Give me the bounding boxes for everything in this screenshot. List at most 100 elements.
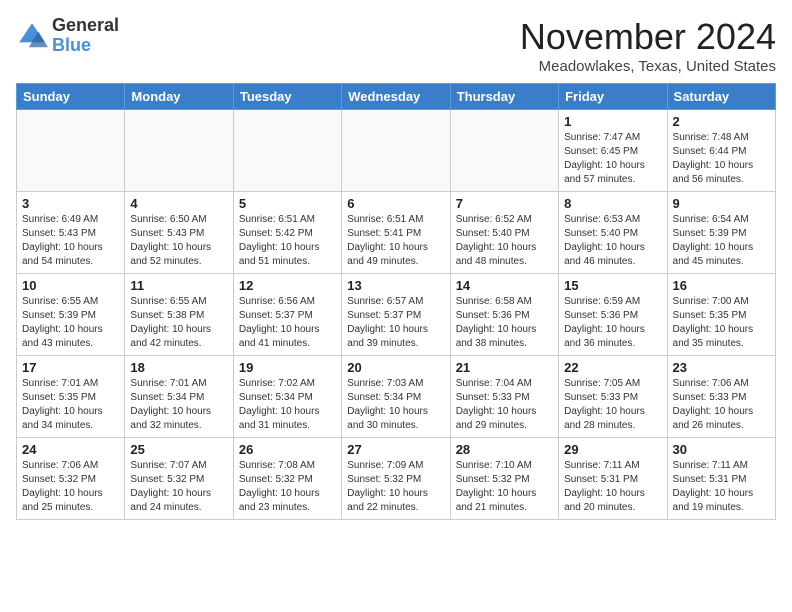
week-row-3: 10 Sunrise: 6:55 AMSunset: 5:39 PMDayligh… bbox=[17, 274, 776, 356]
day-info: Sunrise: 7:47 AMSunset: 6:45 PMDaylight:… bbox=[564, 131, 661, 187]
day-number: 19 bbox=[239, 360, 336, 375]
weekday-header-sunday: Sunday bbox=[17, 84, 125, 110]
day-info: Sunrise: 6:54 AMSunset: 5:39 PMDaylight:… bbox=[673, 213, 770, 269]
day-cell: 26Sunrise: 7:08 AMSunset: 5:32 PMDayligh… bbox=[233, 438, 341, 520]
day-cell: 24 Sunrise: 7:06 AMSunset: 5:32 PMDayligh… bbox=[17, 438, 125, 520]
weekday-header-friday: Friday bbox=[559, 84, 667, 110]
day-info: Sunrise: 6:55 AMSunset: 5:38 PMDaylight:… bbox=[130, 295, 227, 351]
day-cell: 18Sunrise: 7:01 AMSunset: 5:34 PMDayligh… bbox=[125, 356, 233, 438]
calendar-table: SundayMondayTuesdayWednesdayThursdayFrid… bbox=[16, 83, 776, 520]
day-number: 24 bbox=[22, 442, 119, 457]
day-cell: 15Sunrise: 6:59 AMSunset: 5:36 PMDayligh… bbox=[559, 274, 667, 356]
logo: General Blue bbox=[16, 16, 119, 56]
day-cell: 3Sunrise: 6:49 AMSunset: 5:43 PMDaylight… bbox=[17, 192, 125, 274]
day-info: Sunrise: 6:52 AMSunset: 5:40 PMDaylight:… bbox=[456, 213, 553, 269]
day-cell: 2 Sunrise: 7:48 AMSunset: 6:44 PMDaylight… bbox=[667, 110, 775, 192]
day-cell: 14 Sunrise: 6:58 AMSunset: 5:36 PMDayligh… bbox=[450, 274, 558, 356]
day-number: 7 bbox=[456, 196, 553, 211]
day-number: 11 bbox=[130, 278, 227, 293]
day-cell: 28 Sunrise: 7:10 AMSunset: 5:32 PMDayligh… bbox=[450, 438, 558, 520]
week-row-2: 3Sunrise: 6:49 AMSunset: 5:43 PMDaylight… bbox=[17, 192, 776, 274]
day-number: 22 bbox=[564, 360, 661, 375]
weekday-header-tuesday: Tuesday bbox=[233, 84, 341, 110]
day-number: 14 bbox=[456, 278, 553, 293]
day-cell bbox=[125, 110, 233, 192]
day-number: 18 bbox=[130, 360, 227, 375]
day-cell: 17Sunrise: 7:01 AMSunset: 5:35 PMDayligh… bbox=[17, 356, 125, 438]
day-cell bbox=[450, 110, 558, 192]
day-number: 17 bbox=[22, 360, 119, 375]
day-info: Sunrise: 7:06 AMSunset: 5:33 PMDaylight:… bbox=[673, 377, 770, 433]
weekday-header-wednesday: Wednesday bbox=[342, 84, 450, 110]
day-info: Sunrise: 7:10 AMSunset: 5:32 PMDaylight:… bbox=[456, 459, 553, 515]
day-info: Sunrise: 7:48 AMSunset: 6:44 PMDaylight:… bbox=[673, 131, 770, 187]
day-info: Sunrise: 6:53 AMSunset: 5:40 PMDaylight:… bbox=[564, 213, 661, 269]
day-cell bbox=[17, 110, 125, 192]
day-number: 28 bbox=[456, 442, 553, 457]
day-cell: 5Sunrise: 6:51 AMSunset: 5:42 PMDaylight… bbox=[233, 192, 341, 274]
day-cell: 4 Sunrise: 6:50 AMSunset: 5:43 PMDaylight… bbox=[125, 192, 233, 274]
day-cell: 11 Sunrise: 6:55 AMSunset: 5:38 PMDayligh… bbox=[125, 274, 233, 356]
day-cell: 21 Sunrise: 7:04 AMSunset: 5:33 PMDayligh… bbox=[450, 356, 558, 438]
day-info: Sunrise: 6:50 AMSunset: 5:43 PMDaylight:… bbox=[130, 213, 227, 269]
day-info: Sunrise: 7:11 AMSunset: 5:31 PMDaylight:… bbox=[673, 459, 770, 515]
day-cell: 16 Sunrise: 7:00 AMSunset: 5:35 PMDayligh… bbox=[667, 274, 775, 356]
day-number: 4 bbox=[130, 196, 227, 211]
day-number: 30 bbox=[673, 442, 770, 457]
page-header: General Blue November 2024 Meadowlakes, … bbox=[16, 16, 776, 75]
day-number: 16 bbox=[673, 278, 770, 293]
day-info: Sunrise: 7:00 AMSunset: 5:35 PMDaylight:… bbox=[673, 295, 770, 351]
day-cell: 8 Sunrise: 6:53 AMSunset: 5:40 PMDaylight… bbox=[559, 192, 667, 274]
week-row-1: 1Sunrise: 7:47 AMSunset: 6:45 PMDaylight… bbox=[17, 110, 776, 192]
weekday-header-thursday: Thursday bbox=[450, 84, 558, 110]
day-info: Sunrise: 6:59 AMSunset: 5:36 PMDaylight:… bbox=[564, 295, 661, 351]
day-cell: 20Sunrise: 7:03 AMSunset: 5:34 PMDayligh… bbox=[342, 356, 450, 438]
day-number: 26 bbox=[239, 442, 336, 457]
day-number: 29 bbox=[564, 442, 661, 457]
day-cell bbox=[233, 110, 341, 192]
location-subtitle: Meadowlakes, Texas, United States bbox=[520, 58, 776, 75]
month-title: November 2024 bbox=[520, 16, 776, 58]
day-info: Sunrise: 7:06 AMSunset: 5:32 PMDaylight:… bbox=[22, 459, 119, 515]
logo-icon bbox=[16, 20, 48, 52]
day-info: Sunrise: 6:57 AMSunset: 5:37 PMDaylight:… bbox=[347, 295, 444, 351]
day-info: Sunrise: 7:07 AMSunset: 5:32 PMDaylight:… bbox=[130, 459, 227, 515]
day-cell: 29Sunrise: 7:11 AMSunset: 5:31 PMDayligh… bbox=[559, 438, 667, 520]
day-info: Sunrise: 7:02 AMSunset: 5:34 PMDaylight:… bbox=[239, 377, 336, 433]
weekday-header-saturday: Saturday bbox=[667, 84, 775, 110]
day-info: Sunrise: 6:51 AMSunset: 5:41 PMDaylight:… bbox=[347, 213, 444, 269]
day-cell: 9 Sunrise: 6:54 AMSunset: 5:39 PMDaylight… bbox=[667, 192, 775, 274]
day-cell: 22 Sunrise: 7:05 AMSunset: 5:33 PMDayligh… bbox=[559, 356, 667, 438]
day-info: Sunrise: 6:56 AMSunset: 5:37 PMDaylight:… bbox=[239, 295, 336, 351]
day-number: 9 bbox=[673, 196, 770, 211]
day-cell: 13Sunrise: 6:57 AMSunset: 5:37 PMDayligh… bbox=[342, 274, 450, 356]
day-info: Sunrise: 7:04 AMSunset: 5:33 PMDaylight:… bbox=[456, 377, 553, 433]
day-info: Sunrise: 6:49 AMSunset: 5:43 PMDaylight:… bbox=[22, 213, 119, 269]
day-cell: 23Sunrise: 7:06 AMSunset: 5:33 PMDayligh… bbox=[667, 356, 775, 438]
day-cell bbox=[342, 110, 450, 192]
day-number: 8 bbox=[564, 196, 661, 211]
day-info: Sunrise: 6:51 AMSunset: 5:42 PMDaylight:… bbox=[239, 213, 336, 269]
day-number: 27 bbox=[347, 442, 444, 457]
week-row-5: 24 Sunrise: 7:06 AMSunset: 5:32 PMDayligh… bbox=[17, 438, 776, 520]
day-cell: 10 Sunrise: 6:55 AMSunset: 5:39 PMDayligh… bbox=[17, 274, 125, 356]
day-number: 10 bbox=[22, 278, 119, 293]
logo-text: General Blue bbox=[52, 16, 119, 56]
day-cell: 30 Sunrise: 7:11 AMSunset: 5:31 PMDayligh… bbox=[667, 438, 775, 520]
title-section: November 2024 Meadowlakes, Texas, United… bbox=[520, 16, 776, 75]
day-info: Sunrise: 7:05 AMSunset: 5:33 PMDaylight:… bbox=[564, 377, 661, 433]
day-cell: 25 Sunrise: 7:07 AMSunset: 5:32 PMDayligh… bbox=[125, 438, 233, 520]
weekday-header-monday: Monday bbox=[125, 84, 233, 110]
day-info: Sunrise: 6:55 AMSunset: 5:39 PMDaylight:… bbox=[22, 295, 119, 351]
day-number: 20 bbox=[347, 360, 444, 375]
week-row-4: 17Sunrise: 7:01 AMSunset: 5:35 PMDayligh… bbox=[17, 356, 776, 438]
day-info: Sunrise: 7:09 AMSunset: 5:32 PMDaylight:… bbox=[347, 459, 444, 515]
day-number: 2 bbox=[673, 114, 770, 129]
day-cell: 27 Sunrise: 7:09 AMSunset: 5:32 PMDayligh… bbox=[342, 438, 450, 520]
day-cell: 6 Sunrise: 6:51 AMSunset: 5:41 PMDaylight… bbox=[342, 192, 450, 274]
day-number: 6 bbox=[347, 196, 444, 211]
day-info: Sunrise: 6:58 AMSunset: 5:36 PMDaylight:… bbox=[456, 295, 553, 351]
day-cell: 19 Sunrise: 7:02 AMSunset: 5:34 PMDayligh… bbox=[233, 356, 341, 438]
day-number: 25 bbox=[130, 442, 227, 457]
day-number: 21 bbox=[456, 360, 553, 375]
